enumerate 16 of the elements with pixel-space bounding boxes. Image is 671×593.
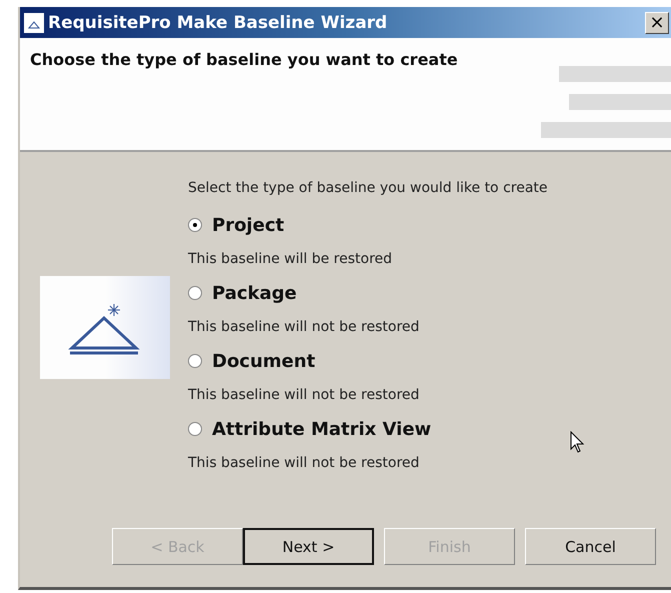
option-description: This baseline will not be restored — [188, 386, 420, 405]
baseline-radio-option[interactable]: Document — [188, 344, 548, 378]
close-button[interactable]: × — [645, 12, 669, 34]
window-title: RequisitePro Make Baseline Wizard — [48, 12, 388, 32]
mouse-pointer-icon — [570, 431, 586, 455]
header-title: Choose the type of baseline you want to create — [30, 50, 459, 69]
app-icon — [24, 12, 44, 32]
baseline-radio-option[interactable]: Package — [188, 276, 548, 310]
baseline-radio-option[interactable]: Project — [188, 208, 548, 242]
prompt-text: Select the type of baseline you would like to create — [188, 180, 548, 198]
option-description: This baseline will not be restored — [188, 318, 420, 337]
option-description: This baseline will be restored — [188, 250, 394, 269]
wizard-button[interactable]: Cancel — [525, 528, 656, 565]
baseline-radio-option[interactable]: Attribute Matrix View — [188, 412, 548, 446]
wizard-button[interactable]: Next > — [243, 528, 374, 565]
option-description: This baseline will not be restored — [188, 454, 420, 473]
